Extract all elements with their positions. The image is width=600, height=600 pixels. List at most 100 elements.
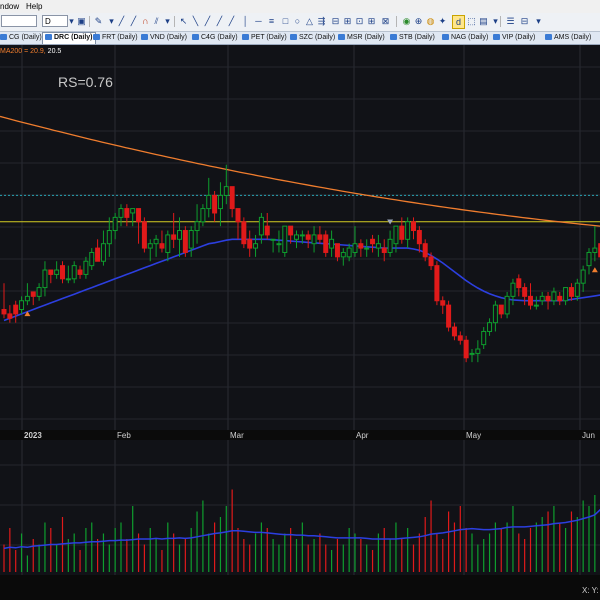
rectangle-icon[interactable]: □ xyxy=(280,15,291,27)
candle-body xyxy=(592,247,598,253)
x-tick-label: Jun xyxy=(582,431,595,440)
chart-tab-icon xyxy=(93,34,100,40)
candle-body xyxy=(217,194,223,210)
menu-window[interactable]: ndow xyxy=(0,2,19,11)
triangle-icon[interactable]: △ xyxy=(304,15,315,27)
zoom-icon[interactable]: ⊕ xyxy=(413,15,424,27)
draw-mode-icon[interactable]: d xyxy=(452,15,465,29)
candle-body xyxy=(475,348,481,354)
line-icon[interactable]: ╱ xyxy=(226,15,237,27)
period-select[interactable]: D xyxy=(42,15,68,27)
tab-pet[interactable]: PET (Daily) xyxy=(242,33,287,43)
chart-tab-bar: CG (Daily) DRC (Daily) FRT (Daily) VND (Dai… xyxy=(0,32,600,45)
line-icon[interactable]: ╱ xyxy=(214,15,225,27)
lock-icon[interactable]: ◍ xyxy=(425,15,436,27)
grid-icon[interactable]: ⊞ xyxy=(366,15,377,27)
candle-body xyxy=(30,291,36,297)
candle-body xyxy=(481,330,487,346)
candle-body xyxy=(60,265,65,280)
time-axis xyxy=(0,430,600,440)
fibonacci-icon[interactable]: ≡ xyxy=(266,15,277,27)
tab-stb[interactable]: STB (Daily) xyxy=(390,33,435,43)
candle-body xyxy=(580,269,586,284)
candle-body xyxy=(36,287,42,297)
magnet-icon[interactable]: ∩ xyxy=(140,15,151,27)
tab-label: C4G (Daily) xyxy=(201,34,238,41)
layout-icon[interactable]: ⊟ xyxy=(519,15,530,27)
cursor-icon[interactable]: ↖ xyxy=(178,15,189,27)
measure-icon[interactable]: ⊟ xyxy=(330,15,341,27)
chart-tab-icon xyxy=(390,34,397,40)
settings-icon[interactable]: ✦ xyxy=(437,15,448,27)
zoom-in-icon[interactable]: ▣ xyxy=(76,15,87,27)
tab-ams[interactable]: AMS (Daily) xyxy=(545,33,591,43)
tab-label: STB (Daily) xyxy=(399,34,435,41)
symbol-input[interactable] xyxy=(1,15,37,27)
candle-body xyxy=(463,339,469,359)
candle-body xyxy=(282,225,288,253)
candle-body xyxy=(305,234,311,240)
candle-body xyxy=(1,309,7,315)
candle-body xyxy=(100,243,106,262)
indicator-list-icon[interactable]: ☰ xyxy=(505,15,516,27)
candle-body xyxy=(247,238,253,249)
chart-tab-icon xyxy=(141,34,148,40)
trendline-icon[interactable]: ╱ xyxy=(116,15,127,27)
line-icon[interactable]: ╱ xyxy=(202,15,213,27)
menu-help[interactable]: Help xyxy=(26,2,42,11)
tab-szc[interactable]: SZC (Daily) xyxy=(290,33,335,43)
price-chart[interactable]: 2023 Feb Mar Apr May Jun MA200 = 20.9, 20.5 RS=… xyxy=(0,45,600,600)
text-icon[interactable]: ⊞ xyxy=(342,15,353,27)
tab-nag[interactable]: NAG (Daily) xyxy=(442,33,488,43)
dropdown-icon[interactable]: ⊠ xyxy=(380,15,391,27)
list-icon[interactable]: ▤ xyxy=(478,15,489,27)
candle-body xyxy=(77,269,83,275)
tab-label: VND (Daily) xyxy=(150,34,187,41)
candle-body xyxy=(533,304,539,307)
candle-body xyxy=(200,208,206,223)
candle-body xyxy=(223,186,229,196)
candle-body xyxy=(177,230,182,240)
line-icon[interactable]: ╲ xyxy=(190,15,201,27)
candle-body xyxy=(498,304,504,315)
tab-msr[interactable]: MSR (Daily) xyxy=(338,33,385,43)
channel-icon[interactable]: ⫽ xyxy=(151,15,162,27)
candle-body xyxy=(381,247,387,253)
dropdown-icon[interactable]: ▾ xyxy=(162,15,173,27)
horizontal-line-icon[interactable]: ─ xyxy=(253,15,264,27)
candle-body xyxy=(71,265,77,280)
candle-body xyxy=(364,247,370,250)
ray-icon[interactable]: ╱ xyxy=(128,15,139,27)
chart-area[interactable]: 2023 Feb Mar Apr May Jun MA200 = 20.9, 20.5 RS=… xyxy=(0,45,600,600)
candle-body xyxy=(469,352,475,355)
tab-drc[interactable]: DRC (Daily) xyxy=(42,32,96,44)
dropdown-icon[interactable]: ▾ xyxy=(533,15,544,27)
candle-body xyxy=(358,243,364,249)
tab-frt[interactable]: FRT (Daily) xyxy=(93,33,138,43)
chart-tab-icon xyxy=(192,34,199,40)
candle-body xyxy=(334,243,340,258)
strategy-icon[interactable]: ⬚ xyxy=(466,15,477,27)
tab-vnd[interactable]: VND (Daily) xyxy=(141,33,187,43)
tab-c4g[interactable]: C4G (Daily) xyxy=(192,33,238,43)
candle-body xyxy=(323,234,329,253)
candle-body xyxy=(188,230,194,249)
tab-label: PET (Daily) xyxy=(251,34,287,41)
candle-body xyxy=(340,251,346,258)
x-tick-label: Feb xyxy=(117,431,131,440)
separator xyxy=(174,16,175,27)
candle-body xyxy=(428,256,434,267)
refresh-icon[interactable]: ◉ xyxy=(401,15,412,27)
tab-cg[interactable]: CG (Daily) xyxy=(0,33,42,43)
toolbar: D ▾ ▣ ✎ ▾ ╱ ╱ ∩ ⫽ ▾ ↖ ╲ ╱ ╱ ╱ │ ─ ≡ □ ○ … xyxy=(0,13,600,32)
pencil-icon[interactable]: ✎ xyxy=(93,15,104,27)
arrow-icon[interactable]: ⇶ xyxy=(316,15,327,27)
ellipse-icon[interactable]: ○ xyxy=(292,15,303,27)
note-icon[interactable]: ⊡ xyxy=(354,15,365,27)
vertical-line-icon[interactable]: │ xyxy=(240,15,251,27)
chart-tab-icon xyxy=(442,34,449,40)
candle-body xyxy=(416,230,422,245)
status-bar xyxy=(0,575,600,600)
tab-vip[interactable]: VIP (Daily) xyxy=(493,33,535,43)
candle-body xyxy=(48,269,54,275)
